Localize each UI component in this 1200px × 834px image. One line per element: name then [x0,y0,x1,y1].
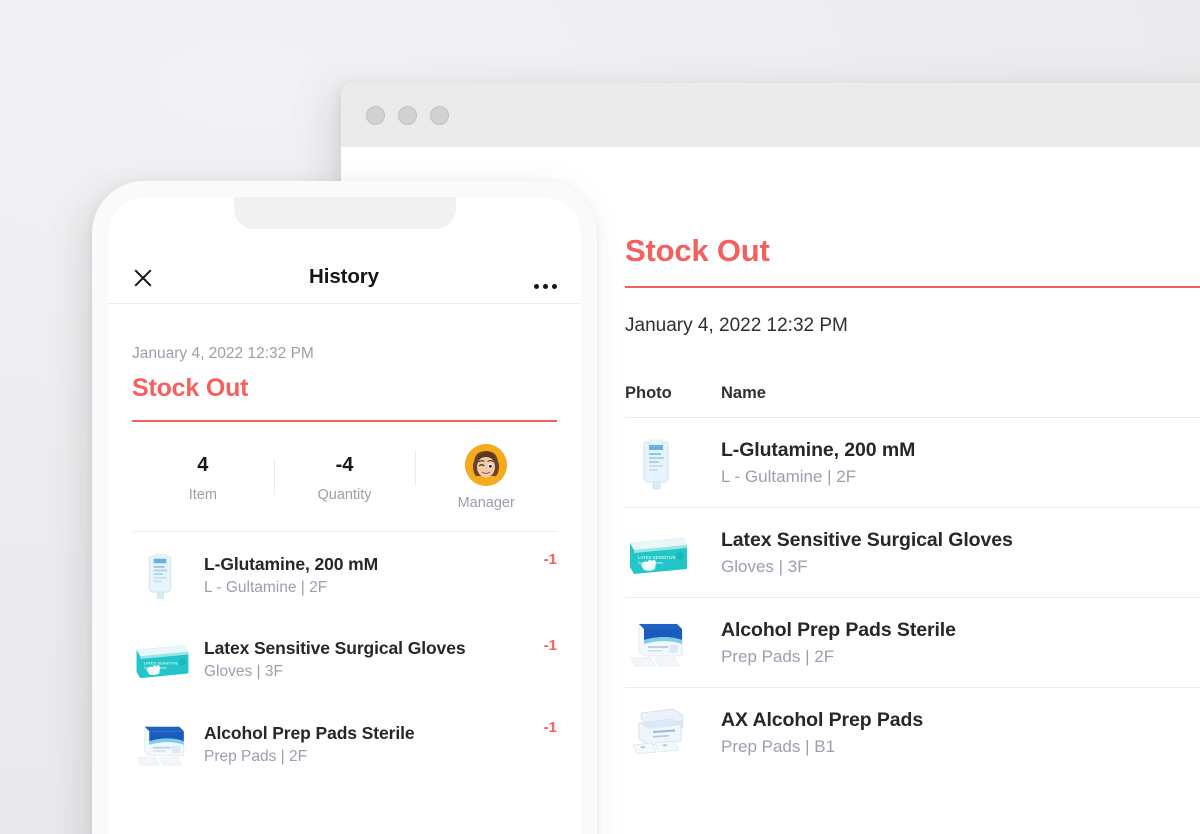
product-photo-cell [625,431,721,494]
quantity-delta: -1 [543,719,557,736]
product-subtitle: Gloves | 3F [721,556,808,576]
phone-device: History January 4, 2022 12:32 PM Stock O… [92,181,597,834]
manager-avatar[interactable] [465,444,508,486]
product-photo-cell [625,700,721,765]
gloves-box-photo: LATEX SENSITIVE Surgical Gloves [132,633,192,685]
gloves-box-photo: LATEX SENSITIVE Surgical Gloves [625,524,691,581]
product-photo [132,715,204,773]
iv-bag-photo [132,547,188,603]
product-info-cell: AX Alcohol Prep Pads Prep Pads | B1 [721,709,923,757]
product-photo-cell [625,611,721,674]
record-timestamp: January 4, 2022 12:32 PM [625,315,848,336]
column-header-photo: Photo [625,384,672,402]
product-subtitle: Gloves | 3F [204,662,283,680]
product-name: Alcohol Prep Pads Sterile [204,722,415,743]
product-name: L-Glutamine, 200 mM [721,438,916,461]
table-header: Photo Name [625,384,1200,403]
close-dot[interactable] [366,105,385,125]
phone-screen-title: History [309,265,379,288]
product-subtitle: Prep Pads | B1 [721,736,836,756]
list-item[interactable]: Alcohol Prep Pads Sterile Prep Pads | 2F… [132,700,557,788]
iv-bag-photo [625,431,687,494]
table-body: L-Glutamine, 200 mM L - Gultamine | 2F L… [625,417,1200,777]
title-underline [625,286,1200,288]
maximize-dot[interactable] [430,105,449,125]
product-name: AX Alcohol Prep Pads [721,708,924,731]
list-item[interactable]: L-Glutamine, 200 mM L - Gultamine | 2F -… [132,532,557,618]
product-name: Latex Sensitive Surgical Gloves [204,637,466,658]
browser-titlebar [341,83,1200,147]
stat-value: -4 [335,453,354,476]
prep-pads-box-photo [625,611,691,674]
stat-label: Quantity [317,486,372,503]
quantity-delta: -1 [543,551,557,568]
product-name: Latex Sensitive Surgical Gloves [721,528,1013,551]
phone-screen: History January 4, 2022 12:32 PM Stock O… [108,197,581,834]
column-header-name: Name [721,384,766,402]
product-info-cell: L-Glutamine, 200 mM L - Gultamine | 2F [721,439,915,487]
stat-quantity: -4 Quantity [273,453,416,503]
prep-pads-box-photo [132,715,192,773]
stat-label: Manager [457,495,515,511]
list-item[interactable]: LATEX SENSITIVE Surgical Gloves Latex Se… [132,618,557,700]
close-icon[interactable] [132,267,154,289]
product-photo [132,547,204,603]
page-title: Stock Out [625,233,770,268]
table-row[interactable]: LATEX SENSITIVE Surgical Gloves Latex Se… [625,507,1200,597]
svg-text:LATEX SENSITIVE: LATEX SENSITIVE [144,660,179,665]
product-info-cell: Alcohol Prep Pads Sterile Prep Pads | 2F [721,619,956,667]
table-row[interactable]: AX Alcohol Prep Pads Prep Pads | B1 [625,687,1200,777]
more-options-icon[interactable] [534,284,557,289]
summary-stats: 4 Item -4 Quantity Manager [132,422,557,532]
stat-value: 4 [197,453,209,476]
product-subtitle: Prep Pads | 2F [204,747,308,765]
product-info-cell: Latex Sensitive Surgical Gloves Gloves |… [721,529,1013,577]
phone-content: January 4, 2022 12:32 PM Stock Out 4 Ite… [108,345,581,788]
product-info: Latex Sensitive Surgical Gloves Gloves |… [204,638,544,681]
record-type-title: Stock Out [132,374,249,402]
product-name: L-Glutamine, 200 mM [204,553,379,574]
stat-item-count: 4 Item [132,453,274,503]
product-name: Alcohol Prep Pads Sterile [721,618,956,641]
svg-text:LATEX SENSITIVE: LATEX SENSITIVE [638,555,676,560]
phone-navbar: History [108,197,581,304]
stat-label: Item [188,486,217,503]
product-info: Alcohol Prep Pads Sterile Prep Pads | 2F [204,723,544,766]
table-row[interactable]: Alcohol Prep Pads Sterile Prep Pads | 2F [625,597,1200,687]
product-subtitle: L - Gultamine | 2F [204,578,328,596]
quantity-delta: -1 [543,637,557,654]
phone-item-list: L-Glutamine, 200 mM L - Gultamine | 2F -… [132,532,557,788]
product-photo: LATEX SENSITIVE Surgical Gloves [132,633,204,685]
table-row[interactable]: L-Glutamine, 200 mM L - Gultamine | 2F [625,417,1200,507]
record-timestamp: January 4, 2022 12:32 PM [132,345,314,362]
product-photo-cell: LATEX SENSITIVE Surgical Gloves [625,524,721,581]
prep-pads-stack-photo [625,700,693,765]
product-info: L-Glutamine, 200 mM L - Gultamine | 2F [204,554,544,597]
stat-manager: Manager [415,444,557,511]
product-subtitle: Prep Pads | 2F [721,646,835,666]
product-subtitle: L - Gultamine | 2F [721,466,857,486]
minimize-dot[interactable] [398,105,417,125]
